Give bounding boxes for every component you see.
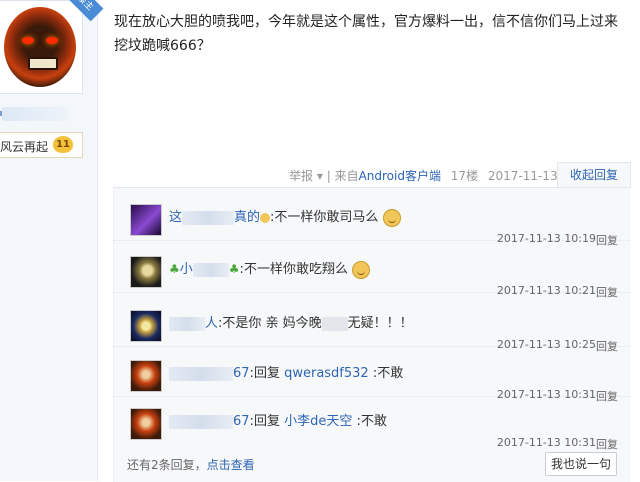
clover-icon: ♣ — [228, 262, 240, 276]
reply-item: 67:回复 小李de天空 :不敢 2017-11-13 10:31 回复 — [114, 394, 630, 451]
reply-text: 67:回复 小李de天空 :不敢 — [169, 410, 387, 429]
report-link[interactable]: 举报 ▾ — [289, 167, 323, 184]
reply-avatar[interactable] — [130, 256, 162, 288]
source-prefix: | 来自 — [326, 169, 359, 183]
reply-username[interactable]: 人 — [169, 316, 218, 331]
chevron-down-icon: ▾ — [316, 169, 323, 183]
reply-avatar[interactable] — [130, 360, 162, 392]
smiley-icon — [382, 208, 401, 227]
reply-avatar[interactable] — [130, 408, 162, 440]
reply-text: 67:回复 qwerasdf532 :不敢 — [169, 362, 403, 381]
author-username-blurred[interactable] — [2, 107, 68, 121]
reply-text: ♣小 ♣:不一样你敢吃翔么 — [169, 258, 371, 279]
view-more-link[interactable]: 点击查看 — [207, 458, 255, 472]
author-avatar-frame[interactable] — [0, 0, 83, 94]
reply-item: 人:不是你 亲 妈今晚 无疑！！！ 2017-11-13 10:25 回复 — [114, 296, 630, 353]
clover-icon: ♣ — [169, 262, 180, 276]
reply-avatar[interactable] — [130, 310, 162, 342]
author-avatar[interactable] — [4, 7, 76, 87]
source-client-link[interactable]: Android客户端 — [359, 167, 441, 184]
reply-time: 2017-11-13 10:31 — [496, 436, 596, 449]
reply-panel: 这真的:不一样你敢司马么 2017-11-13 10:19 回复 ♣小 ♣:不一样… — [113, 187, 630, 482]
reply-avatar[interactable] — [130, 204, 162, 236]
reply-target-user[interactable]: qwerasdf532 — [284, 366, 369, 381]
level-number-icon: 11 — [53, 136, 73, 153]
smiley-icon — [352, 260, 371, 279]
reply-target-user[interactable]: 小李de天空 — [284, 414, 352, 429]
author-panel: 楼主 风云再起 11 — [0, 0, 104, 481]
reply-item: 67:回复 qwerasdf532 :不敢 2017-11-13 10:31 回… — [114, 346, 630, 403]
reply-item: 这真的:不一样你敢司马么 2017-11-13 10:19 回复 — [114, 190, 630, 247]
reply-text: 这真的:不一样你敢司马么 — [169, 206, 401, 227]
reply-username[interactable]: 67 — [169, 366, 250, 381]
add-reply-button[interactable]: 我也说一句 — [545, 452, 617, 476]
reply-button[interactable]: 回复 — [596, 436, 618, 452]
avatar-eye-right — [46, 37, 58, 44]
avatar-mouth — [28, 57, 58, 70]
emoji-icon — [260, 212, 271, 223]
level-badge[interactable]: 风云再起 11 — [0, 132, 83, 158]
more-replies: 还有2条回复，点击查看 — [127, 458, 255, 472]
reply-username[interactable]: 67 — [169, 414, 250, 429]
reply-username[interactable]: 这真的 — [169, 210, 260, 225]
post-content: 现在放心大胆的喷我吧，今年就是这个属性，官方爆料一出，信不信你们马上过来挖坟跪喊… — [114, 14, 618, 54]
reply-username[interactable]: 小 — [180, 262, 229, 277]
level-label: 风云再起 — [0, 140, 49, 154]
avatar-eye-left — [22, 37, 34, 44]
floor-number: 17楼 — [450, 169, 479, 183]
reply-item: ♣小 ♣:不一样你敢吃翔么 2017-11-13 10:21 回复 — [114, 242, 630, 299]
post-meta: 举报 ▾ | 来自Android客户端 17楼 2017-11-13 10:12 — [289, 167, 596, 185]
reply-text: 人:不是你 亲 妈今晚 无疑！！！ — [169, 312, 413, 331]
collapse-replies-button[interactable]: 收起回复 — [557, 162, 631, 188]
